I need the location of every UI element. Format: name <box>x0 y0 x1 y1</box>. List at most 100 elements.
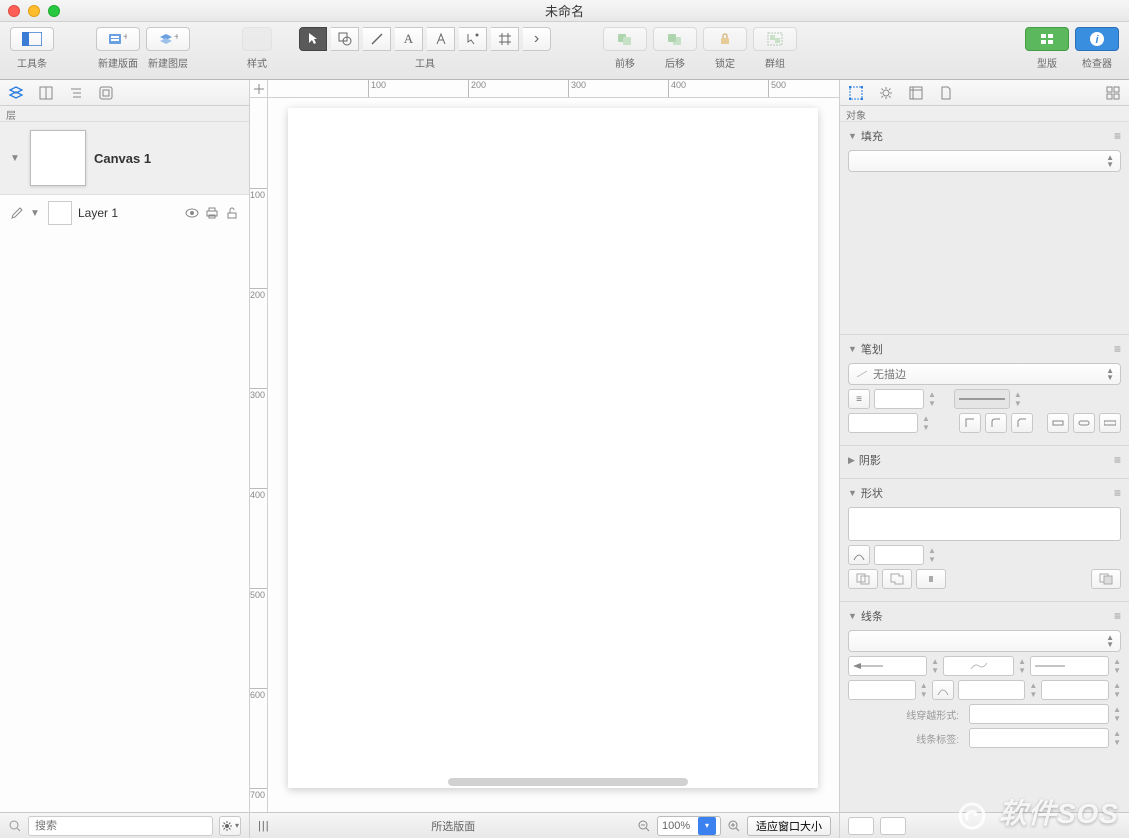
visibility-icon[interactable] <box>185 206 199 220</box>
titlebar: 未命名 <box>0 0 1129 22</box>
zoom-window-button[interactable] <box>48 5 60 17</box>
boolean-combine-button[interactable] <box>1091 569 1121 589</box>
selection-tab-icon[interactable] <box>96 83 116 103</box>
pen-tool[interactable] <box>427 27 455 51</box>
minimize-window-button[interactable] <box>28 5 40 17</box>
corner-miter-button[interactable] <box>959 413 981 433</box>
shadow-section: ▶ 阴影 ≡ <box>840 446 1129 479</box>
disclose-icon[interactable]: ▼ <box>848 488 857 498</box>
guides-tab-icon[interactable] <box>36 83 56 103</box>
zoom-input[interactable]: 100% ▾ <box>657 816 721 836</box>
more-tools[interactable]: › <box>523 27 551 51</box>
point-tool[interactable] <box>459 27 487 51</box>
line-tool[interactable] <box>363 27 391 51</box>
lock-button[interactable] <box>703 27 747 51</box>
line-end-select[interactable] <box>1030 656 1109 676</box>
disclose-icon[interactable]: ▼ <box>848 131 857 141</box>
new-layer-button[interactable]: + <box>146 27 190 51</box>
bring-forward-button[interactable] <box>603 27 647 51</box>
inspector-button[interactable]: i <box>1075 27 1119 51</box>
ruler-horizontal[interactable]: 100 200 300 400 500 <box>268 80 839 98</box>
section-menu-icon[interactable]: ≡ <box>1114 453 1121 467</box>
layer-item[interactable]: ▼ Layer 1 <box>0 195 249 231</box>
line-type-select[interactable]: ▲▼ <box>848 630 1121 652</box>
zoom-dropdown-button[interactable]: ▾ <box>698 817 716 835</box>
fill-type-select[interactable]: ▲▼ <box>848 150 1121 172</box>
layer-thumbnail <box>48 201 72 225</box>
corner-bevel-button[interactable] <box>1011 413 1033 433</box>
new-canvas-button[interactable]: + <box>96 27 140 51</box>
boolean-intersect-button[interactable] <box>916 569 946 589</box>
text-tool[interactable]: A <box>395 27 423 51</box>
stroke-position-icon[interactable]: ≡ <box>848 389 870 409</box>
horizontal-scrollbar[interactable] <box>448 778 688 786</box>
line-cross-select[interactable] <box>969 704 1109 724</box>
canvas-tab-icon[interactable] <box>906 83 926 103</box>
zoom-out-icon[interactable] <box>637 819 651 833</box>
cap-square-button[interactable] <box>1099 413 1121 433</box>
ruler-vertical[interactable]: 100 200 300 400 500 600 700 <box>250 98 268 812</box>
section-title: 填充 <box>861 128 883 144</box>
line-start-select[interactable] <box>848 656 927 676</box>
canvas-area[interactable] <box>268 98 839 812</box>
ruler-origin[interactable] <box>250 80 268 98</box>
disclose-icon[interactable]: ▼ <box>10 153 22 164</box>
cap-round-button[interactable] <box>1073 413 1095 433</box>
corner-radius-input[interactable] <box>874 545 924 565</box>
object-tab-icon[interactable] <box>846 83 866 103</box>
section-title: 形状 <box>861 485 883 501</box>
section-menu-icon[interactable]: ≡ <box>1114 342 1121 356</box>
line-mid-select[interactable] <box>943 656 1014 676</box>
section-menu-icon[interactable]: ≡ <box>1114 486 1121 500</box>
canvas-item[interactable]: ▼ Canvas 1 <box>0 122 249 195</box>
label: 锁定 <box>715 55 735 70</box>
close-window-button[interactable] <box>8 5 20 17</box>
outline-tab-icon[interactable] <box>66 83 86 103</box>
stencils-button[interactable] <box>1025 27 1069 51</box>
disclose-icon[interactable]: ▼ <box>848 611 857 621</box>
line-label-select[interactable] <box>969 728 1109 748</box>
fit-window-button[interactable]: 适应窗口大小 <box>747 816 831 836</box>
group-button[interactable] <box>753 27 797 51</box>
properties-tab-icon[interactable] <box>876 83 896 103</box>
shape-tool[interactable] <box>331 27 359 51</box>
toggle-sidebar-button[interactable] <box>10 27 54 51</box>
pages-icon[interactable]: ||| <box>258 820 270 832</box>
line-head-select[interactable] <box>958 680 1026 700</box>
boolean-union-button[interactable] <box>882 569 912 589</box>
disclose-icon[interactable]: ▼ <box>30 208 42 219</box>
section-title: 笔划 <box>861 341 883 357</box>
style-button[interactable] <box>242 27 272 51</box>
stroke-dash-select[interactable] <box>954 389 1010 409</box>
stroke-width-input[interactable] <box>874 389 924 409</box>
disclose-icon[interactable]: ▶ <box>848 455 855 466</box>
search-input[interactable] <box>28 816 213 836</box>
corner-round-button[interactable] <box>985 413 1007 433</box>
section-menu-icon[interactable]: ≡ <box>1114 129 1121 143</box>
color-swatch-2[interactable] <box>880 817 906 835</box>
send-back-button[interactable] <box>653 27 697 51</box>
section-menu-icon[interactable]: ≡ <box>1114 609 1121 623</box>
document-tab-icon[interactable] <box>936 83 956 103</box>
disclose-icon[interactable]: ▼ <box>848 344 857 354</box>
toolbar-label: 工具条 <box>17 55 47 70</box>
color-swatch-1[interactable] <box>848 817 874 835</box>
layers-tab-icon[interactable] <box>6 83 26 103</box>
curve-type-icon[interactable] <box>848 545 870 565</box>
line-tail-select[interactable] <box>848 680 916 700</box>
stroke-type-select[interactable]: 无描边 ▲▼ <box>848 363 1121 385</box>
print-icon[interactable] <box>205 206 219 220</box>
unlock-icon[interactable] <box>225 206 239 220</box>
line-hop-select[interactable] <box>1041 680 1109 700</box>
line-midpoint-icon[interactable] <box>932 680 954 700</box>
shape-preview[interactable] <box>848 507 1121 541</box>
cap-butt-button[interactable] <box>1047 413 1069 433</box>
boolean-subtract-button[interactable] <box>848 569 878 589</box>
zoom-in-icon[interactable] <box>727 819 741 833</box>
stroke-color-select[interactable] <box>848 413 918 433</box>
crop-tool[interactable] <box>491 27 519 51</box>
canvas-page[interactable] <box>288 108 818 788</box>
search-settings-button[interactable]: ▾ <box>219 816 241 836</box>
grid-view-icon[interactable] <box>1103 83 1123 103</box>
selection-tool[interactable] <box>299 27 327 51</box>
